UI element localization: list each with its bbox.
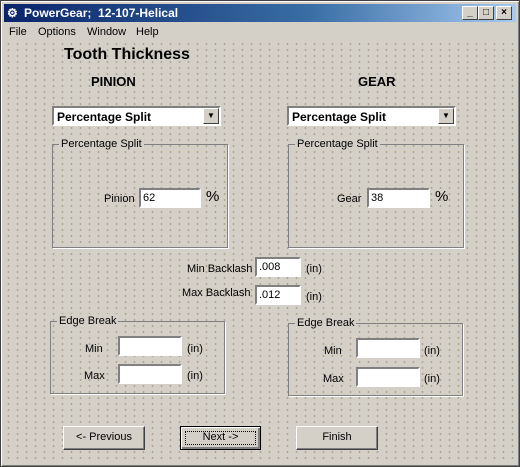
gear-edge-break-title: Edge Break: [295, 316, 357, 330]
pinion-method-value: Percentage Split: [57, 110, 152, 124]
min-backlash-unit: (in): [306, 263, 322, 275]
page-title: Tooth Thickness: [64, 46, 190, 63]
application-window: ⚙ PowerGear; 12-107-Helical _ □ × File O…: [0, 0, 520, 467]
gear-method-select[interactable]: Percentage Split ▼: [287, 106, 456, 126]
menu-options[interactable]: Options: [38, 26, 76, 39]
max-backlash-label: Max Backlash: [182, 287, 251, 299]
app-icon[interactable]: ⚙: [7, 6, 21, 20]
gear-min-unit: (in): [424, 345, 440, 357]
pinion-method-select[interactable]: Percentage Split ▼: [52, 106, 221, 126]
pinion-max-unit: (in): [187, 370, 203, 382]
finish-button[interactable]: Finish: [296, 426, 378, 450]
gear-max-label: Max: [323, 373, 344, 385]
gear-label: Gear: [337, 193, 362, 205]
pinion-max-label: Max: [84, 370, 105, 382]
minimize-button[interactable]: _: [462, 6, 478, 20]
maximize-button[interactable]: □: [478, 6, 494, 20]
gear-method-value: Percentage Split: [292, 110, 387, 124]
chevron-down-icon[interactable]: ▼: [438, 108, 454, 124]
gear-percent-input[interactable]: 38: [367, 188, 430, 208]
menu-file[interactable]: File: [9, 26, 27, 39]
menu-window[interactable]: Window: [87, 26, 126, 39]
gear-percentage-group: Percentage Split Gear 38 %: [288, 137, 464, 248]
gear-max-unit: (in): [424, 373, 440, 385]
dialog-body: Tooth Thickness PINION GEAR Percentage S…: [4, 41, 516, 463]
pinion-min-label: Min: [85, 343, 103, 355]
gear-min-label: Min: [324, 345, 342, 357]
pinion-edge-break-group: Edge Break Min (in) Max (in): [50, 314, 225, 394]
min-backlash-label: Min Backlash: [187, 263, 253, 275]
percent-sign: %: [206, 188, 220, 205]
pinion-percentage-group: Percentage Split Pinion 62 %: [52, 137, 228, 248]
gear-edge-min-input[interactable]: [356, 338, 420, 358]
menu-help[interactable]: Help: [136, 26, 159, 39]
pinion-group-title: Percentage Split: [59, 137, 144, 151]
gear-edge-max-input[interactable]: [356, 367, 420, 387]
window-title: PowerGear; 12-107-Helical: [24, 6, 179, 20]
pinion-percent-input[interactable]: 62: [139, 188, 201, 208]
percent-sign: %: [435, 188, 449, 205]
pinion-heading: PINION: [91, 74, 136, 89]
max-backlash-input[interactable]: .012: [255, 285, 301, 305]
pinion-label: Pinion: [104, 193, 135, 205]
focus-rectangle: [185, 431, 256, 445]
pinion-edge-min-input[interactable]: [118, 336, 182, 356]
gear-edge-break-group: Edge Break Min (in) Max (in): [288, 316, 463, 396]
next-button[interactable]: Next ->: [180, 426, 261, 450]
close-button[interactable]: ×: [496, 6, 512, 20]
gear-group-title: Percentage Split: [295, 137, 380, 151]
gear-heading: GEAR: [358, 74, 396, 89]
chevron-down-icon[interactable]: ▼: [203, 108, 219, 124]
pinion-edge-break-title: Edge Break: [57, 314, 119, 328]
menu-bar: File Options Window Help: [4, 23, 516, 41]
previous-button[interactable]: <- Previous: [63, 426, 145, 450]
max-backlash-unit: (in): [306, 291, 322, 303]
pinion-min-unit: (in): [187, 343, 203, 355]
pinion-edge-max-input[interactable]: [118, 364, 182, 384]
min-backlash-input[interactable]: .008: [255, 257, 301, 277]
title-bar[interactable]: ⚙ PowerGear; 12-107-Helical _ □ ×: [4, 4, 516, 22]
